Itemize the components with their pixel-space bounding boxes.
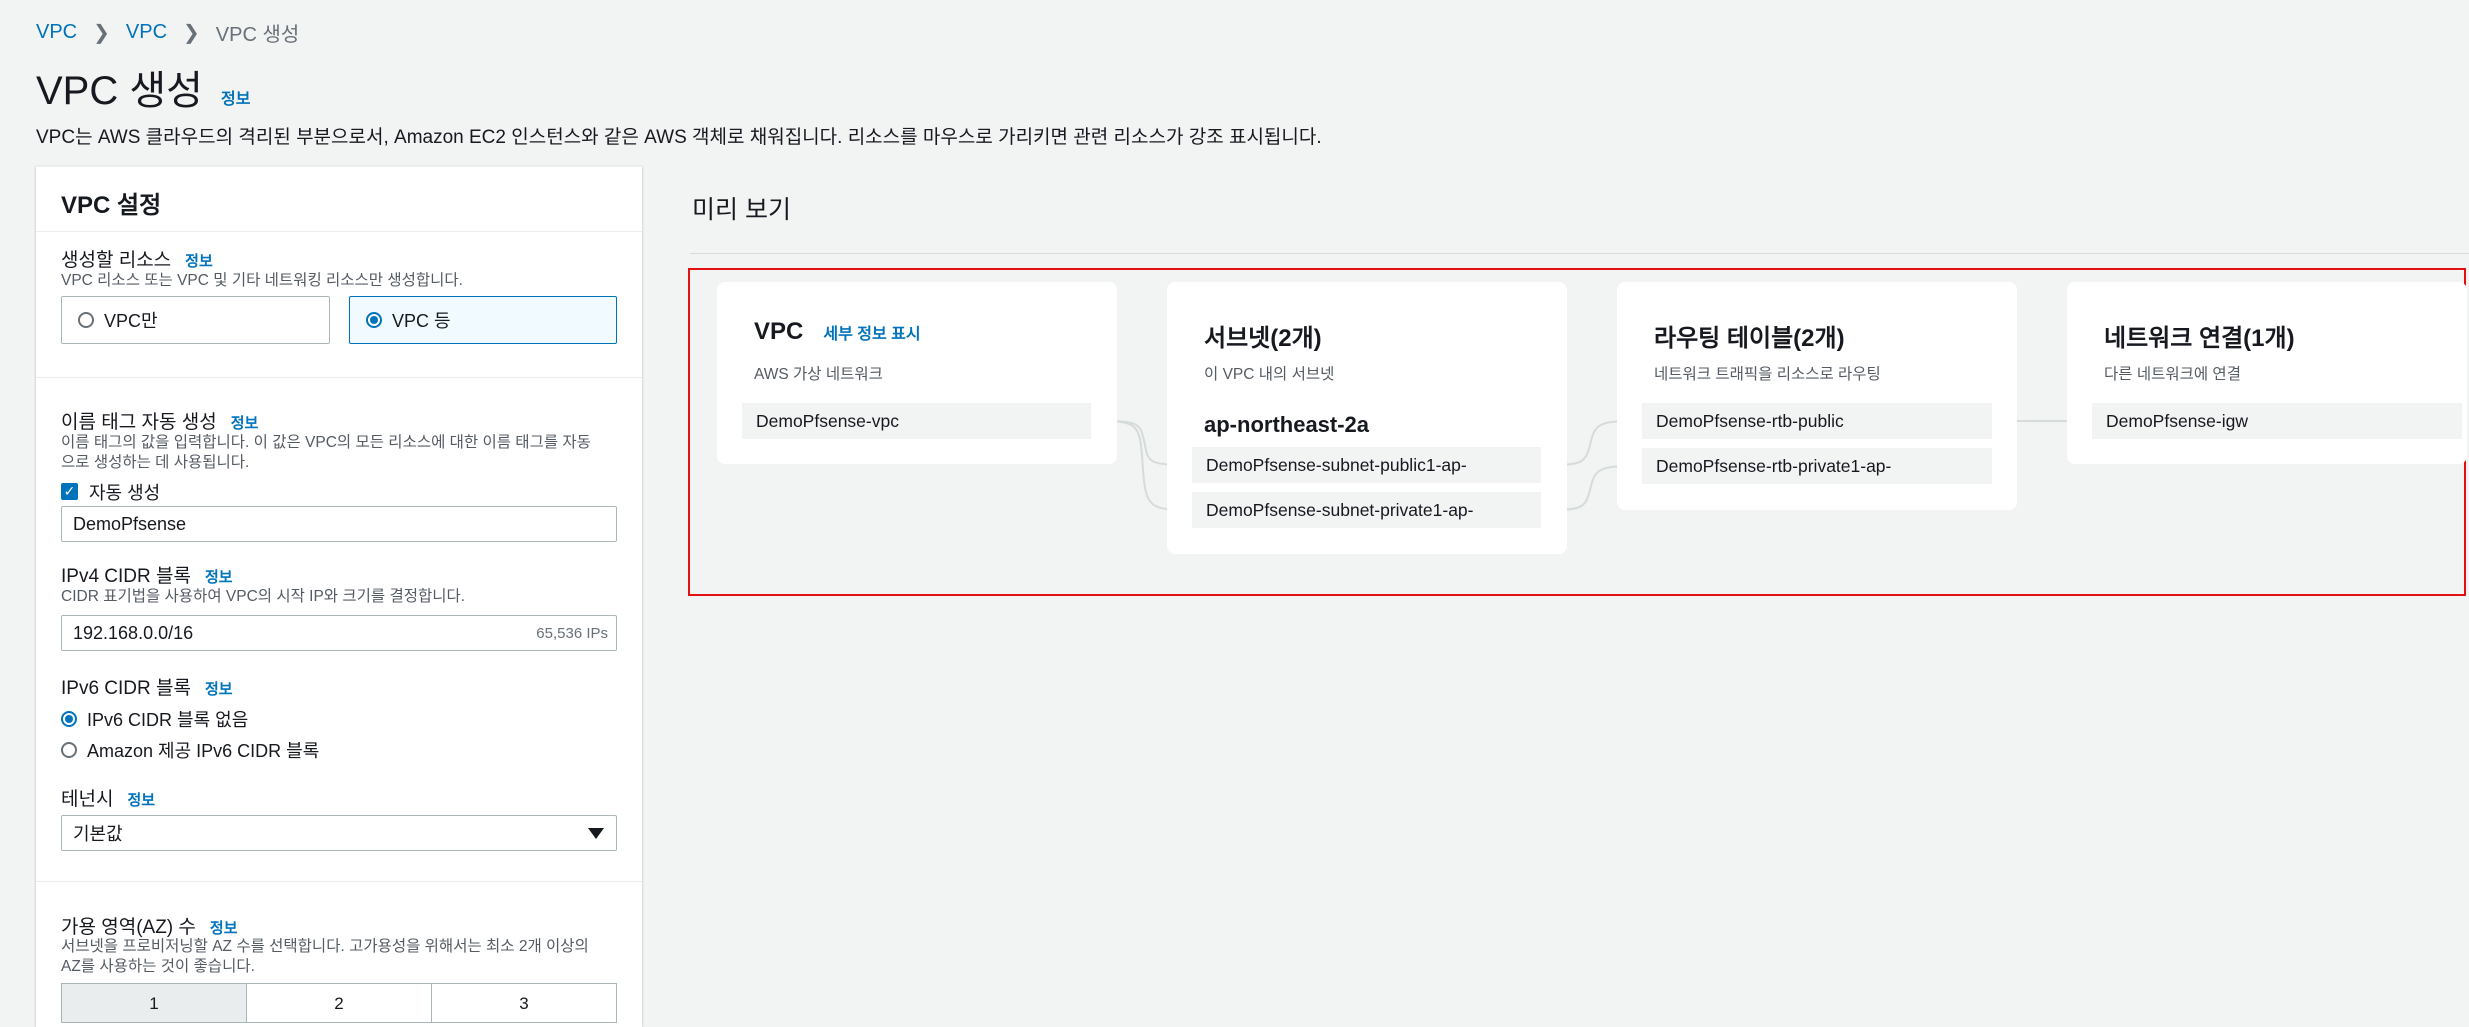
route-tables-card-subtitle: 네트워크 트래픽을 리소스로 라우팅 [1654,366,1881,383]
network-card-title: 네트워크 연결(1개) [2104,325,2295,352]
vpc-card-subtitle: AWS 가상 네트워크 [754,366,883,383]
network-card-subtitle: 다른 네트워크에 연결 [2104,366,2241,383]
vpc-card-title-row: VPC 세부 정보 표시 [754,318,921,346]
show-details-link[interactable]: 세부 정보 표시 [823,320,920,344]
subnets-card-subtitle: 이 VPC 내의 서브넷 [1204,366,1335,383]
route-tables-card-title: 라우팅 테이블(2개) [1654,325,1845,352]
preview-vpc-item: DemoPfsense-vpc [742,403,1091,439]
preview-route-table-item: DemoPfsense-rtb-public [1642,403,1992,439]
preview-subnet-item: DemoPfsense-subnet-private1-ap- [1192,492,1541,528]
preview-route-table-item: DemoPfsense-rtb-private1-ap- [1642,448,1992,484]
subnets-card-title: 서브넷(2개) [1204,325,1322,352]
vpc-card-title: VPC [754,318,804,345]
preview-network-item: DemoPfsense-igw [2092,403,2462,439]
subnets-az: ap-northeast-2a [1204,412,1370,437]
preview-subnet-item: DemoPfsense-subnet-public1-ap- [1192,447,1541,483]
